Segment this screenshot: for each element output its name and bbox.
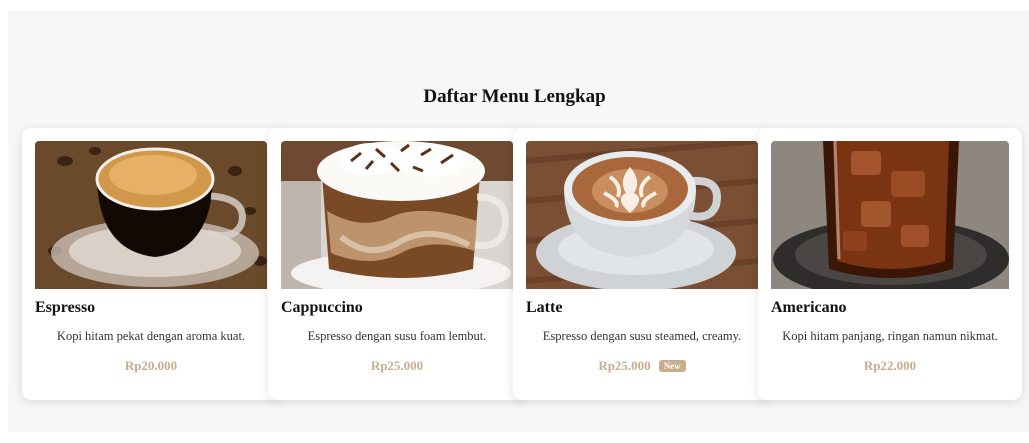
price-row: Rp25.000 xyxy=(268,357,526,375)
menu-item-description: Espresso dengan susu steamed, creamy. xyxy=(542,329,742,343)
menu-item-price: Rp20.000 xyxy=(124,358,178,373)
menu-item-price: Rp25.000 xyxy=(370,358,424,373)
menu-card-americano[interactable]: Americano Kopi hitam panjang, ringan nam… xyxy=(758,128,1022,400)
menu-card-cappuccino[interactable]: Cappuccino Espresso dengan susu foam lem… xyxy=(268,128,526,400)
menu-card-espresso[interactable]: Espresso Kopi hitam pekat dengan aroma k… xyxy=(22,128,280,400)
menu-item-name: Latte xyxy=(526,299,563,316)
menu-item-name: Espresso xyxy=(35,299,96,316)
latte-image xyxy=(526,141,758,289)
price-row: Rp20.000 xyxy=(22,357,280,375)
espresso-image xyxy=(35,141,267,289)
menu-item-price: Rp22.000 xyxy=(863,358,917,373)
menu-item-description: Kopi hitam pekat dengan aroma kuat. xyxy=(56,329,246,343)
new-badge: New xyxy=(658,360,686,372)
americano-image xyxy=(771,141,1009,289)
menu-item-description: Kopi hitam panjang, ringan namun nikmat. xyxy=(782,329,998,343)
page-title: Daftar Menu Lengkap xyxy=(423,86,606,107)
price-row: Rp25.000 New xyxy=(513,357,771,375)
cappuccino-image xyxy=(281,141,513,289)
menu-item-name: Americano xyxy=(771,299,847,316)
menu-item-name: Cappuccino xyxy=(281,299,363,316)
menu-item-description: Espresso dengan susu foam lembut. xyxy=(307,329,487,343)
price-row: Rp22.000 xyxy=(758,357,1022,375)
menu-card-latte[interactable]: Latte Espresso dengan susu steamed, crea… xyxy=(513,128,771,400)
menu-item-price: Rp25.000 xyxy=(598,358,651,373)
